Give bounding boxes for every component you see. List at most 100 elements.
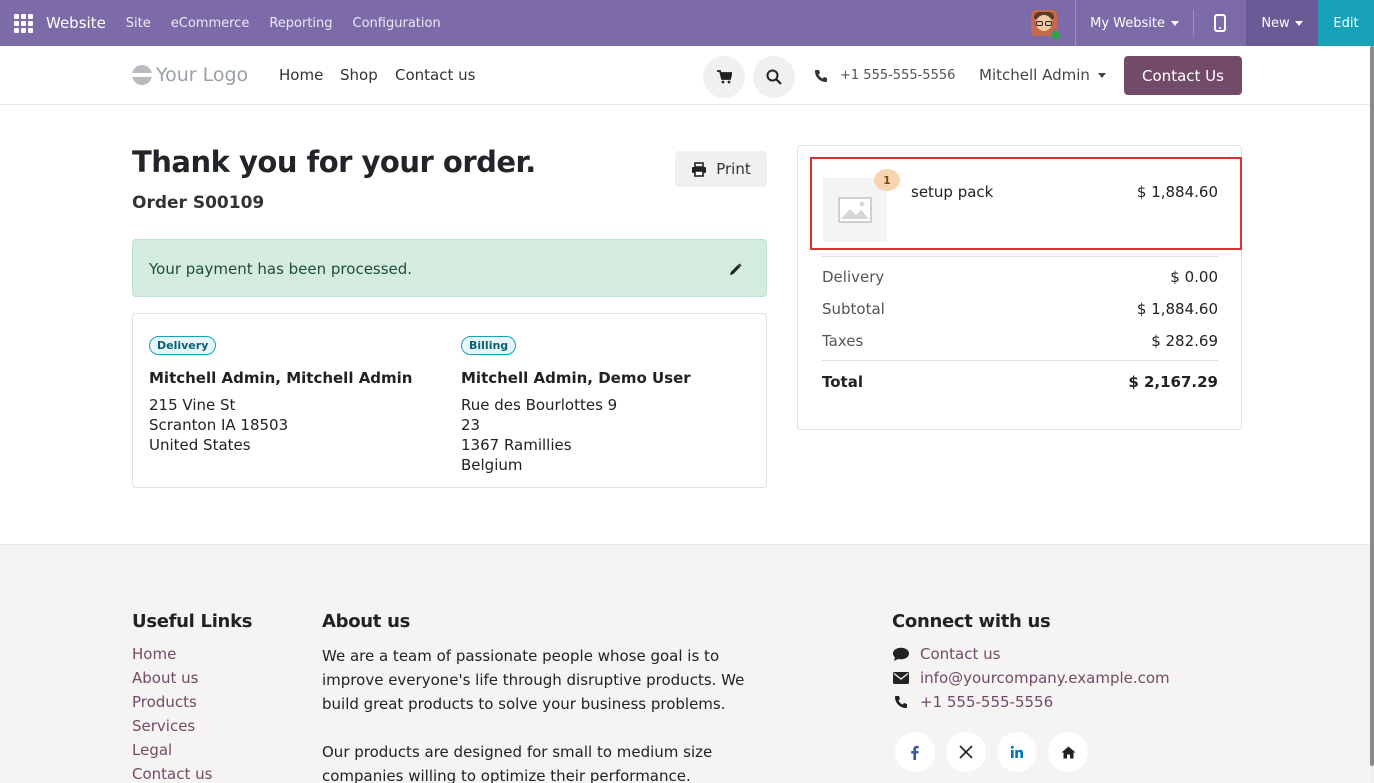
about-paragraph: We are a team of passionate people whose… [322,647,745,713]
edit-button[interactable]: Edit [1318,0,1374,46]
app-name[interactable]: Website [46,14,106,32]
delivery-address-line: 215 Vine St [149,396,236,414]
about-us-text: We are a team of passionate people whose… [322,644,762,783]
billing-address-line: Rue des Bourlottes 9 [461,396,618,414]
facebook-icon [911,745,919,760]
about-us-title: About us [322,611,410,632]
online-status-icon [1051,30,1062,40]
product-price: $ 1,884.60 [1136,183,1218,201]
nav-home[interactable]: Home [279,66,323,84]
about-paragraph: Our products are designed for small to m… [322,743,713,783]
delivery-address-line: Scranton IA 18503 [149,416,289,434]
subtotal-row: Subtotal $ 1,884.60 [822,300,1218,318]
footer-link-products[interactable]: Products [132,693,197,711]
user-avatar[interactable] [1031,10,1062,40]
mobile-preview-button[interactable] [1194,0,1246,46]
useful-links-title: Useful Links [132,611,253,632]
image-placeholder-icon [838,197,872,223]
page-scrollbar[interactable] [1370,46,1374,783]
page-title: Thank you for your order. [132,145,536,179]
my-website-label: My Website [1090,15,1165,31]
new-label: New [1261,15,1290,31]
chevron-down-icon [1294,20,1303,26]
order-summary: 1 setup pack $ 1,884.60 Delivery $ 0.00 … [797,145,1242,430]
taxes-value: $ 282.69 [1151,332,1218,350]
apps-menu-button[interactable] [0,0,46,46]
delivery-row: Delivery $ 0.00 [822,268,1218,286]
footer-phone-number: +1 555-555-5556 [920,693,1054,711]
menu-configuration[interactable]: Configuration [353,16,441,31]
delivery-label: Delivery [822,268,885,286]
subtotal-label: Subtotal [822,300,885,318]
site-logo[interactable]: Your Logo [132,64,248,86]
print-button[interactable]: Print [675,151,767,187]
billing-address: Billing Mitchell Admin, Demo User Rue de… [461,334,691,475]
total-label: Total [822,373,863,391]
pencil-icon[interactable] [729,261,742,280]
phone-icon [892,695,910,709]
x-twitter-button[interactable] [946,732,986,772]
menu-ecommerce[interactable]: eCommerce [171,16,250,31]
user-menu-dropdown[interactable]: Mitchell Admin [979,66,1106,84]
footer-link-about-us[interactable]: About us [132,669,198,687]
mobile-phone-icon [1214,14,1226,32]
home-button[interactable] [1048,732,1088,772]
menu-site[interactable]: Site [126,16,151,31]
printer-icon [692,161,707,177]
apps-grid-icon [13,13,33,33]
logo-mark-icon [132,65,152,85]
cart-button[interactable] [703,56,745,98]
address-card: Delivery Mitchell Admin, Mitchell Admin … [132,313,767,488]
nav-contact-us[interactable]: Contact us [395,66,475,84]
billing-address-line: 23 [461,416,481,434]
scrollbar-thumb[interactable] [1370,46,1374,766]
new-content-button[interactable]: New [1246,0,1318,46]
order-line-item[interactable]: 1 setup pack $ 1,884.60 [810,157,1242,250]
payment-status-alert: Your payment has been processed. [132,239,767,297]
menu-reporting[interactable]: Reporting [269,16,332,31]
payment-status-message: Your payment has been processed. [149,260,413,278]
footer-link-services[interactable]: Services [132,717,195,735]
chevron-down-icon [1097,72,1106,78]
footer-phone[interactable]: +1 555-555-5556 [892,693,1053,711]
shopping-cart-icon [716,70,732,84]
site-footer: Useful Links Home About us Products Serv… [0,544,1370,783]
chevron-down-icon [1171,20,1179,26]
print-label: Print [716,160,751,178]
x-twitter-icon [959,745,973,759]
home-icon [1061,746,1075,758]
delivery-address: Delivery Mitchell Admin, Mitchell Admin … [149,334,413,455]
delivery-address-line: United States [149,436,251,454]
order-number: Order S00109 [132,193,265,213]
phone-icon [815,69,827,82]
my-website-dropdown[interactable]: My Website [1076,0,1193,46]
envelope-icon [892,672,910,684]
admin-navbar: Website Site eCommerce Reporting Configu… [0,0,1374,46]
footer-link-legal[interactable]: Legal [132,741,172,759]
billing-address-line: 1367 Ramillies [461,436,572,454]
billing-name: Mitchell Admin, Demo User [461,369,691,387]
footer-email[interactable]: info@yourcompany.example.com [892,669,1170,687]
comment-icon [892,647,910,662]
contact-us-button[interactable]: Contact Us [1124,56,1242,95]
search-button[interactable] [753,56,795,98]
total-value: $ 2,167.29 [1128,373,1218,391]
linkedin-button[interactable] [997,732,1037,772]
delivery-value: $ 0.00 [1170,268,1218,286]
taxes-label: Taxes [822,332,864,350]
header-phone-number: +1 555-555-5556 [840,68,956,83]
billing-badge: Billing [461,336,517,355]
footer-contact-us-label: Contact us [920,645,1001,663]
nav-shop[interactable]: Shop [340,66,378,84]
footer-link-contact-us[interactable]: Contact us [132,765,212,783]
quantity-badge: 1 [874,169,900,191]
logo-text: Your Logo [156,64,249,86]
delivery-badge: Delivery [149,336,217,355]
footer-email-address: info@yourcompany.example.com [920,669,1170,687]
header-phone[interactable]: +1 555-555-5556 [814,68,955,83]
search-icon [766,69,782,85]
total-row: Total $ 2,167.29 [822,373,1218,391]
facebook-button[interactable] [895,732,935,772]
footer-contact-us[interactable]: Contact us [892,645,1000,663]
footer-link-home[interactable]: Home [132,645,176,663]
